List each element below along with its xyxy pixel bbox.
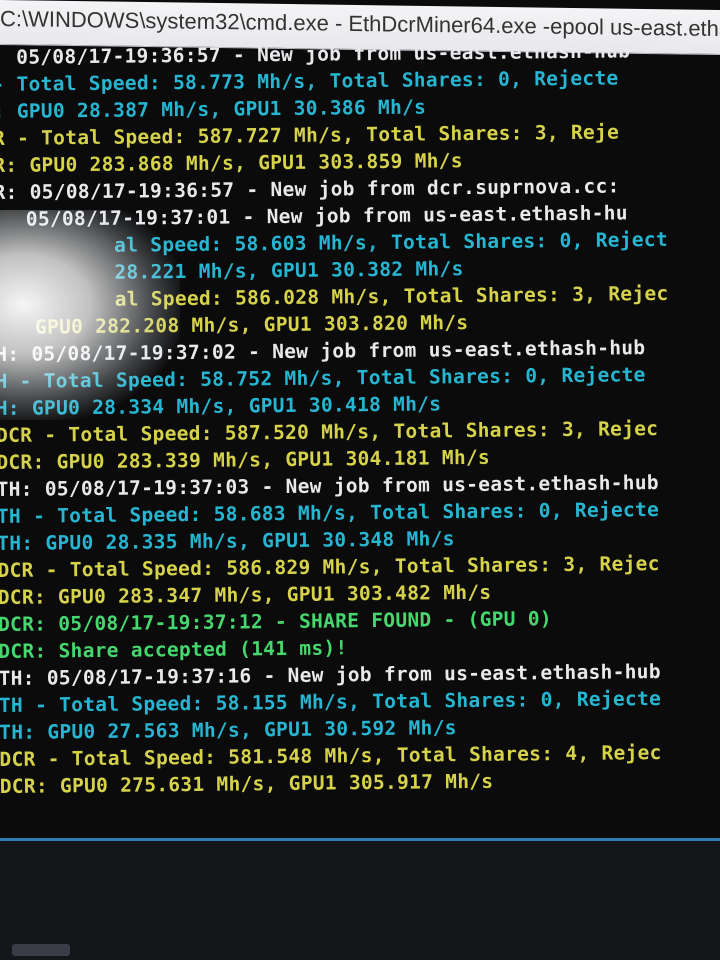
taskbar-label xyxy=(12,944,70,956)
cmd-window: C:\WINDOWS\system32\cmd.exe - EthDcrMine… xyxy=(0,0,720,960)
console-output[interactable]: : 05/08/17-19:36:57 - New job from us-ea… xyxy=(0,36,720,800)
desktop-area xyxy=(0,841,720,960)
